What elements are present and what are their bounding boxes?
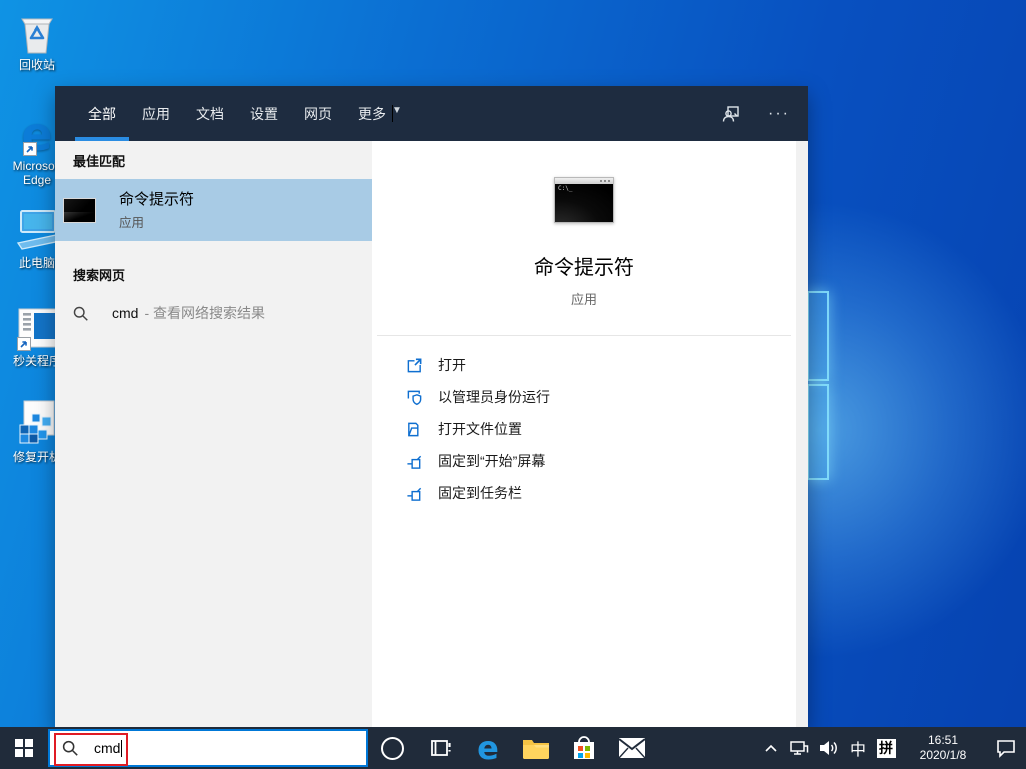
desktop-icon-label: 回收站 — [18, 58, 55, 72]
search-results-panel: 全部 应用 文档 设置 网页 更多 ▼ ··· 最佳匹配 命令提示符 应用 搜索… — [55, 86, 808, 727]
tab-more[interactable]: 更多 ▼ — [345, 86, 406, 141]
result-detail-pane: C:\_ 命令提示符 应用 打开 以管理员身份运行 打开文件位置 固定到“开始”… — [372, 141, 796, 727]
network-icon — [790, 741, 809, 755]
account-icon[interactable] — [720, 103, 742, 125]
pin-icon — [407, 487, 422, 501]
search-filter-tabs: 全部 应用 文档 设置 网页 更多 ▼ — [75, 86, 406, 141]
shortcut-arrow-icon — [23, 142, 38, 156]
tab-web[interactable]: 网页 — [291, 86, 345, 141]
mail-button[interactable] — [608, 727, 656, 769]
shortcut-arrow-icon — [17, 337, 31, 351]
volume-tray-button[interactable] — [814, 727, 844, 769]
ime-language-indicator[interactable]: 中 — [844, 727, 872, 769]
windows-logo-icon — [15, 739, 33, 757]
microsoft-store-button[interactable] — [560, 727, 608, 769]
result-command-prompt[interactable]: 命令提示符 应用 — [55, 179, 372, 241]
file-explorer-button[interactable] — [512, 727, 560, 769]
cortana-icon — [380, 736, 404, 760]
action-run-as-admin[interactable]: 以管理员身份运行 — [372, 381, 796, 413]
detail-subtitle: 应用 — [570, 292, 597, 307]
desktop-icon-recycle-bin[interactable]: 回收站 — [1, 5, 73, 72]
taskbar-clock[interactable]: 16:51 2020/1/8 — [906, 733, 980, 763]
taskbar: cmd e 中 拼 16:51 2020/1/8 — [0, 727, 1026, 769]
store-icon — [574, 736, 594, 759]
chevron-down-icon: ▼ — [392, 105, 402, 122]
action-pin-to-start[interactable]: 固定到“开始”屏幕 — [372, 445, 796, 477]
clock-date: 2020/1/8 — [919, 748, 967, 762]
desktop-icon-label: 修复开机 — [12, 450, 61, 464]
action-open-file-location[interactable]: 打开文件位置 — [372, 413, 796, 445]
chevron-up-icon — [765, 744, 777, 752]
task-view-icon — [431, 740, 451, 756]
more-options-icon[interactable]: ··· — [768, 105, 790, 123]
cmd-prompt-text: C:\_ — [558, 185, 573, 192]
speaker-icon — [820, 741, 837, 755]
tab-all[interactable]: 全部 — [75, 86, 129, 141]
search-icon — [73, 306, 88, 321]
pin-icon — [407, 455, 422, 469]
annotation-highlight-box — [54, 733, 128, 766]
wallpaper-windows-logo-pane — [807, 384, 829, 480]
folder-location-icon — [408, 422, 419, 436]
system-tray: 中 拼 16:51 2020/1/8 — [758, 727, 1026, 769]
start-button[interactable] — [0, 727, 48, 769]
cortana-button[interactable] — [368, 727, 416, 769]
panel-gutter — [796, 141, 808, 727]
divider — [377, 335, 791, 336]
action-pin-to-taskbar[interactable]: 固定到任务栏 — [372, 477, 796, 509]
edge-taskbar-button[interactable]: e — [464, 727, 512, 769]
taskbar-search-input[interactable]: cmd — [48, 729, 368, 767]
web-query-text: cmd — [112, 305, 139, 321]
result-title: 命令提示符 — [119, 190, 195, 208]
result-subtitle: 应用 — [119, 215, 145, 230]
action-center-button[interactable] — [986, 727, 1026, 769]
open-icon — [407, 358, 422, 372]
app-window-icon — [15, 301, 59, 351]
context-actions: 打开 以管理员身份运行 打开文件位置 固定到“开始”屏幕 固定到任务栏 — [372, 349, 796, 509]
task-view-button[interactable] — [416, 727, 464, 769]
action-center-icon — [997, 740, 1015, 758]
web-search-result[interactable]: cmd - 查看网络搜索结果 — [55, 293, 372, 333]
tab-apps[interactable]: 应用 — [129, 86, 183, 141]
search-filter-header: 全部 应用 文档 设置 网页 更多 ▼ ··· — [55, 86, 808, 141]
ime-mode-indicator[interactable]: 拼 — [872, 727, 900, 769]
desktop-icon-label: 秒关程序 — [12, 354, 61, 368]
web-query-hint: - 查看网络搜索结果 — [144, 305, 266, 321]
section-web-search: 搜索网页 — [73, 268, 126, 283]
section-best-match: 最佳匹配 — [73, 154, 126, 169]
detail-title: 命令提示符 — [534, 257, 634, 279]
pinyin-mode-icon: 拼 — [876, 738, 896, 758]
tab-settings[interactable]: 设置 — [237, 86, 291, 141]
network-tray-button[interactable] — [784, 727, 814, 769]
tray-overflow-button[interactable] — [758, 727, 784, 769]
edge-icon: e — [21, 107, 53, 161]
clock-time: 16:51 — [927, 733, 959, 747]
command-prompt-icon — [63, 197, 96, 223]
command-prompt-icon-large: C:\_ — [554, 177, 614, 223]
action-open[interactable]: 打开 — [372, 349, 796, 381]
edge-icon: e — [477, 729, 499, 767]
tab-documents[interactable]: 文档 — [183, 86, 237, 141]
admin-shield-icon — [407, 390, 422, 405]
recycle-bin-icon — [14, 5, 60, 55]
mail-icon — [618, 738, 646, 759]
wallpaper-windows-logo-pane — [807, 291, 829, 381]
file-explorer-icon — [523, 740, 549, 759]
desktop-icon-label: 此电脑 — [18, 256, 55, 270]
results-list-pane: 最佳匹配 命令提示符 应用 搜索网页 cmd - 查看网络搜索结果 — [55, 141, 372, 727]
